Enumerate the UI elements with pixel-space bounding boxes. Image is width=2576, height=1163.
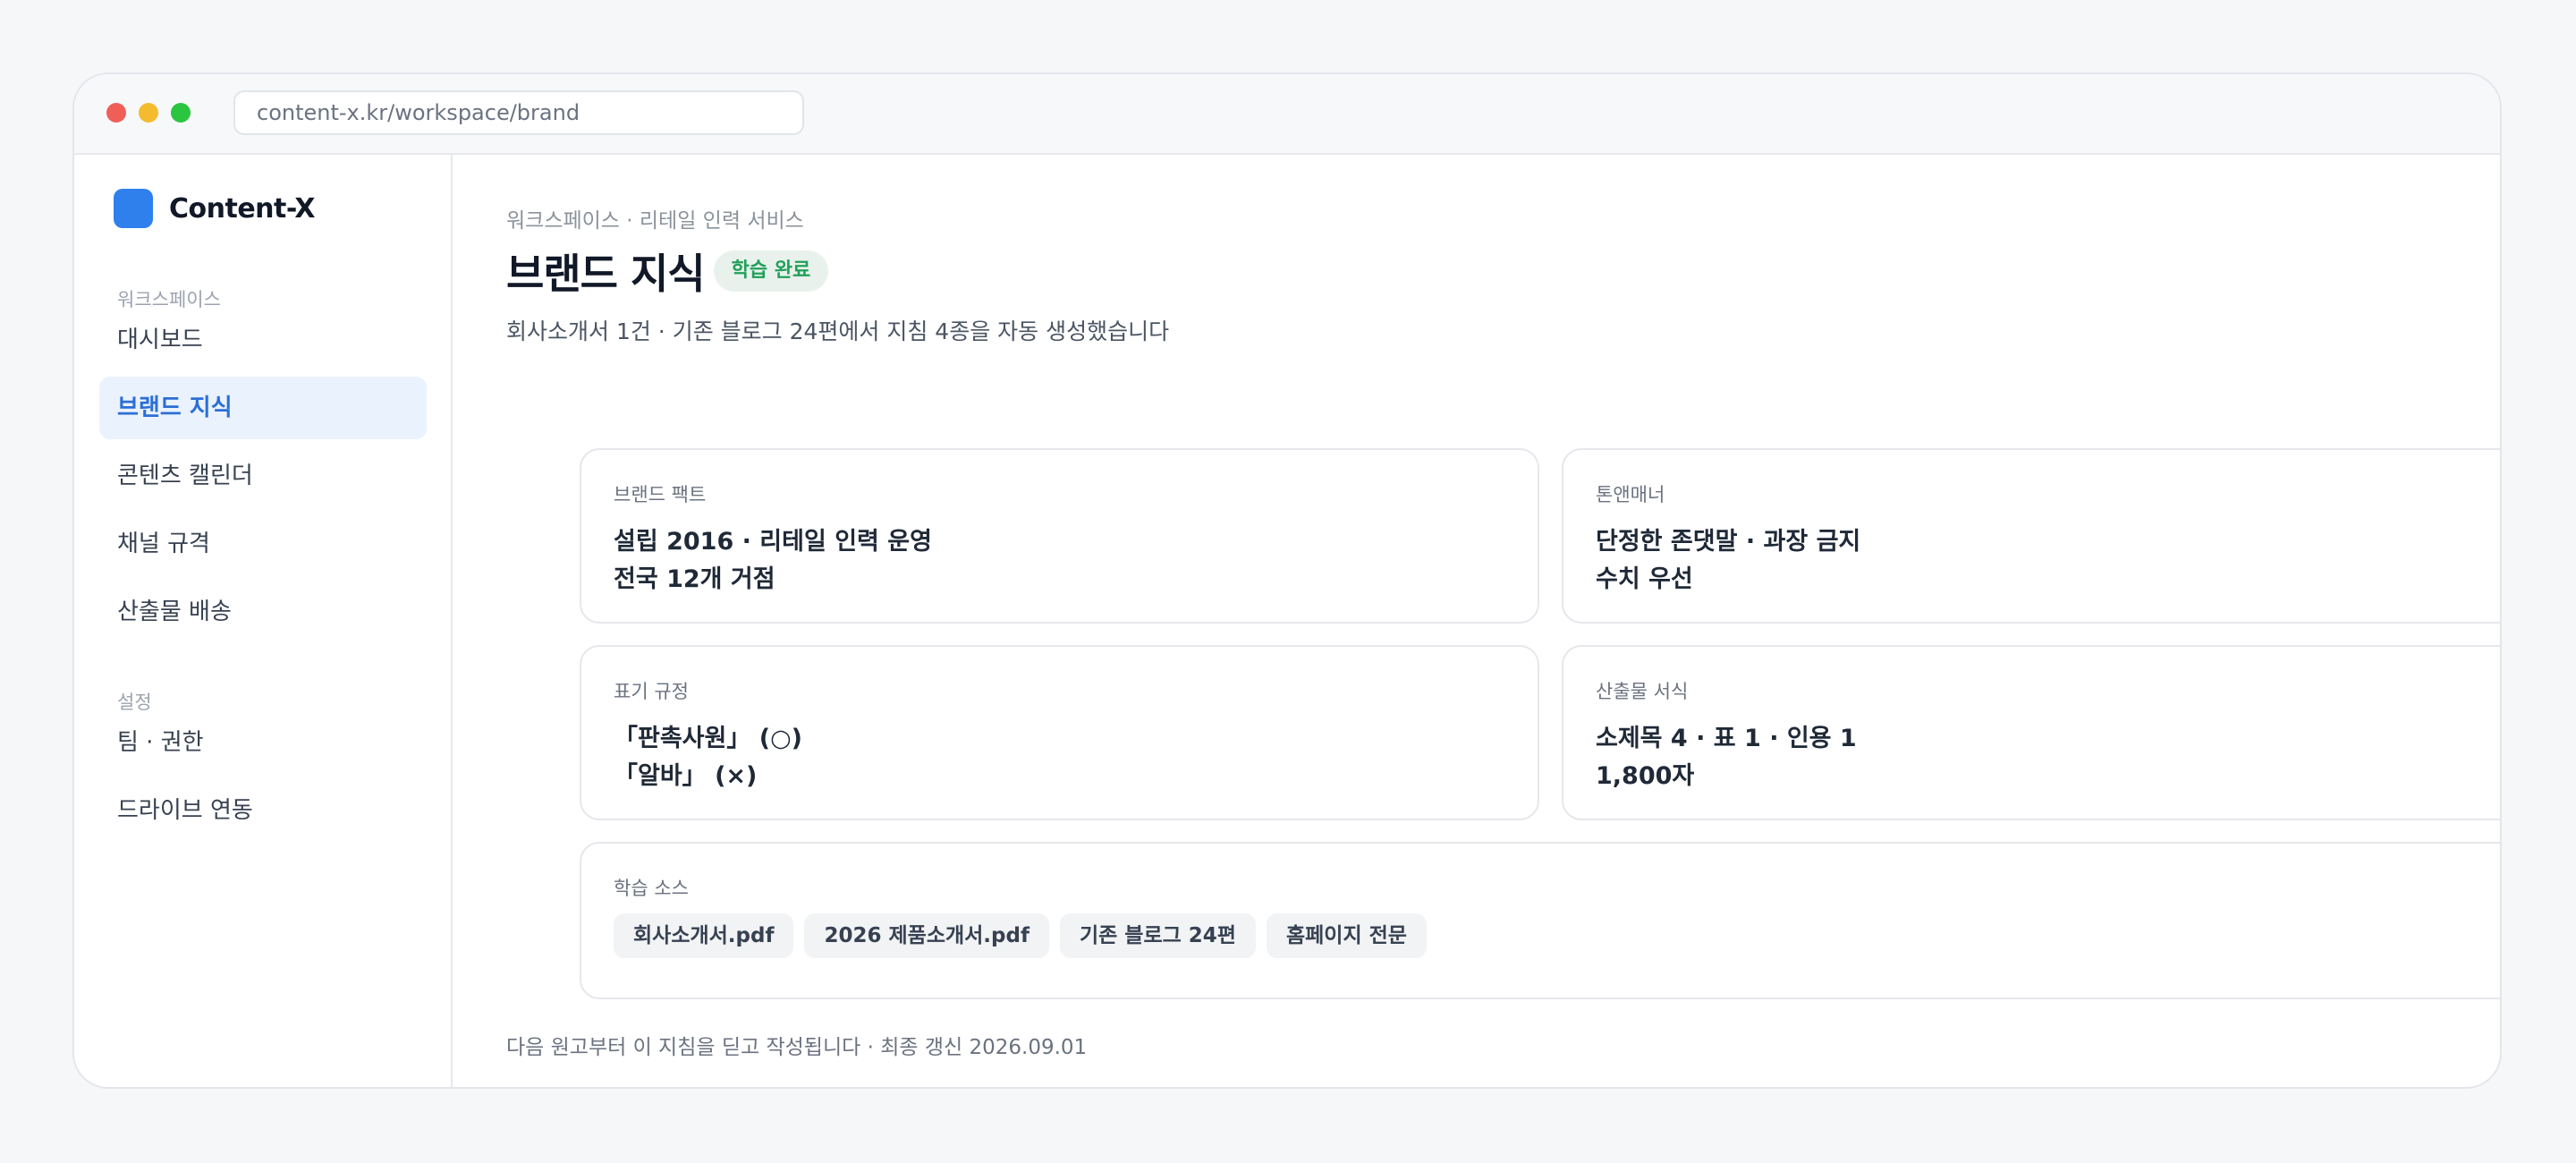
breadcrumb: 워크스페이스 · 리테일 인력 서비스 [506, 209, 804, 233]
card-value-line: 「판촉사원」 (○) [614, 725, 802, 752]
minimize-window-button[interactable] [139, 103, 158, 123]
sidebar-item-content-calendar[interactable]: 콘텐츠 캘린더 [99, 445, 427, 507]
main-content: 워크스페이스 · 리테일 인력 서비스 브랜드 지식 학습 완료 회사소개서 1… [453, 153, 2500, 1087]
title-row: 브랜드 지식 학습 완료 [506, 242, 829, 300]
card-learning-sources: 학습 소스 회사소개서.pdf 2026 제품소개서.pdf 기존 블로그 24… [580, 842, 2500, 999]
card-value-line: 단정한 존댓말 · 과장 금지 [1596, 528, 1861, 556]
card-label: 브랜드 팩트 [614, 484, 707, 505]
logo-icon [114, 189, 153, 228]
page-title: 브랜드 지식 [506, 250, 706, 298]
card-tone-manner: 톤앤매너 단정한 존댓말 · 과장 금지 수치 우선 [1562, 448, 2500, 624]
brand-name: Content-X [169, 192, 316, 225]
status-badge: 학습 완료 [713, 250, 829, 292]
card-value-line: 전국 12개 거점 [614, 565, 775, 593]
card-label: 학습 소스 [614, 878, 689, 899]
card-value-line: 수치 우선 [1596, 565, 1693, 593]
browser-window: content-x.kr/workspace/brand Content-X 워… [72, 72, 2502, 1089]
footer-note: 다음 원고부터 이 지침을 딛고 작성됩니다 · 최종 갱신 2026.09.0… [506, 1036, 1088, 1059]
card-brand-facts: 브랜드 팩트 설립 2016 · 리테일 인력 운영 전국 12개 거점 [580, 448, 1539, 624]
sidebar-item-deliverable-delivery[interactable]: 산출물 배송 [99, 581, 427, 643]
page-subtitle: 회사소개서 1건 · 기존 블로그 24편에서 지침 4종을 자동 생성했습니다 [506, 318, 1170, 344]
sidebar-item-drive-integration[interactable]: 드라이브 연동 [99, 779, 427, 842]
card-value-line: 1,800자 [1596, 762, 1695, 790]
source-chip[interactable]: 홈페이지 전문 [1266, 913, 1427, 958]
sidebar-item-team-permissions[interactable]: 팀 · 권한 [99, 711, 427, 774]
card-label: 산출물 서식 [1596, 681, 1689, 702]
close-window-button[interactable] [106, 103, 126, 123]
sidebar-item-brand-knowledge[interactable]: 브랜드 지식 [99, 377, 427, 439]
card-notation-rules: 표기 규정 「판촉사원」 (○) 「알바」 (×) [580, 645, 1539, 820]
card-label: 톤앤매너 [1596, 484, 1665, 505]
brand-logo[interactable]: Content-X [114, 189, 316, 228]
title-bar: content-x.kr/workspace/brand [74, 74, 2500, 155]
card-value-line: 설립 2016 · 리테일 인력 운영 [614, 528, 932, 556]
sidebar-item-channel-specs[interactable]: 채널 규격 [99, 513, 427, 575]
source-chip[interactable]: 회사소개서.pdf [614, 913, 794, 958]
card-label: 표기 규정 [614, 681, 689, 702]
sidebar: Content-X 워크스페이스 대시보드 브랜드 지식 콘텐츠 캘린더 채널 … [74, 153, 453, 1087]
source-chip-list: 회사소개서.pdf 2026 제품소개서.pdf 기존 블로그 24편 홈페이지… [614, 913, 1437, 958]
card-value-line: 「알바」 (×) [614, 762, 758, 790]
card-value-line: 소제목 4 · 표 1 · 인용 1 [1596, 725, 1857, 752]
card-output-format: 산출물 서식 소제목 4 · 표 1 · 인용 1 1,800자 [1562, 645, 2500, 820]
sidebar-item-dashboard[interactable]: 대시보드 [99, 309, 427, 371]
maximize-window-button[interactable] [171, 103, 191, 123]
source-chip[interactable]: 기존 블로그 24편 [1059, 913, 1256, 958]
source-chip[interactable]: 2026 제품소개서.pdf [804, 913, 1049, 958]
address-bar[interactable]: content-x.kr/workspace/brand [233, 90, 804, 135]
